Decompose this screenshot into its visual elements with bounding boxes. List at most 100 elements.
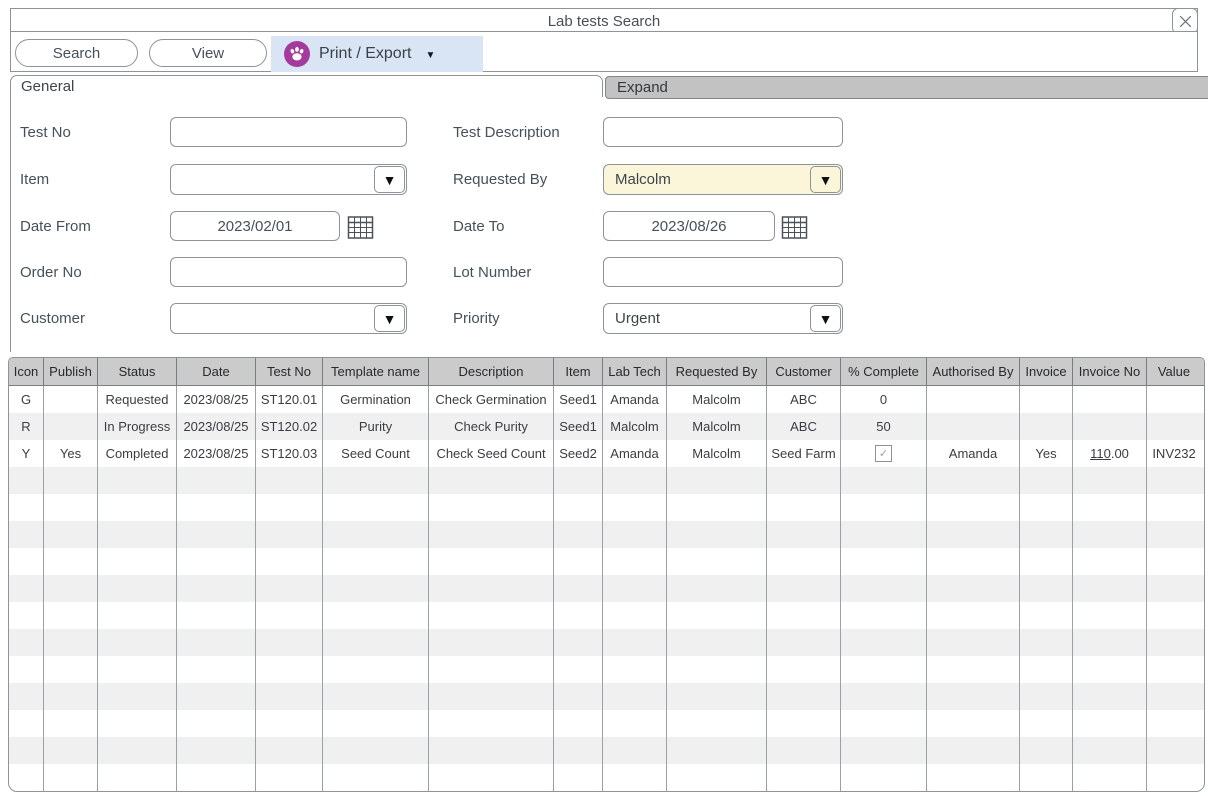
table-row-empty [9,629,1204,656]
table-cell [1073,467,1147,494]
column-header[interactable]: Status [98,358,177,385]
column-header[interactable]: Requested By [667,358,767,385]
requested-by-dropdown[interactable]: Malcolm ▼ [603,164,843,195]
table-row[interactable]: RIn Progress2023/08/25ST120.02PurityChec… [9,413,1204,440]
table-cell [841,656,927,683]
table-cell [1020,710,1073,737]
table-cell [1073,683,1147,710]
chevron-down-icon[interactable]: ▼ [810,305,841,332]
table-cell [841,683,927,710]
table-cell [9,548,44,575]
column-header[interactable]: % Complete [841,358,927,385]
table-cell [429,656,554,683]
table-cell [98,494,177,521]
table-cell [256,737,323,764]
column-header[interactable]: Lab Tech [603,358,667,385]
table-row[interactable]: YYesCompleted2023/08/25ST120.03Seed Coun… [9,440,1204,467]
table-cell [323,764,429,791]
search-button[interactable]: Search [15,39,138,67]
column-header[interactable]: Description [429,358,554,385]
table-cell [767,575,841,602]
table-cell: Check Seed Count [429,440,554,467]
invoice-no-link[interactable]: 110 [1090,446,1111,461]
test-description-label: Test Description [453,117,560,147]
table-cell: In Progress [98,413,177,440]
table-cell [927,629,1020,656]
table-cell: ST120.01 [256,386,323,413]
table-cell [767,737,841,764]
column-header[interactable]: Date [177,358,256,385]
table-cell [256,521,323,548]
table-cell [1020,764,1073,791]
chevron-down-icon[interactable]: ▼ [374,305,405,332]
column-header[interactable]: Item [554,358,603,385]
table-cell: ST120.02 [256,413,323,440]
column-header[interactable]: Invoice No [1073,358,1147,385]
table-cell [256,656,323,683]
priority-dropdown-value: Urgent [615,304,806,333]
lot-number-input[interactable] [603,257,843,287]
table-row[interactable]: GRequested2023/08/25ST120.01GerminationC… [9,386,1204,413]
table-cell [841,602,927,629]
table-cell [554,764,603,791]
table-cell: Seed Count [323,440,429,467]
item-dropdown[interactable]: ▼ [170,164,407,195]
table-cell: Purity [323,413,429,440]
table-cell [927,575,1020,602]
calendar-icon[interactable] [347,213,374,240]
table-cell [177,548,256,575]
table-cell [603,737,667,764]
table-row-empty [9,710,1204,737]
item-label: Item [20,164,49,194]
table-cell [1073,629,1147,656]
expand-header[interactable]: Expand [605,76,1208,99]
chevron-down-icon[interactable]: ▼ [374,166,405,193]
column-header[interactable]: Authorised By [927,358,1020,385]
priority-dropdown[interactable]: Urgent ▼ [603,303,843,334]
percent-complete-checkbox[interactable]: ✓ [875,445,892,462]
table-cell [429,575,554,602]
table-cell [256,575,323,602]
table-cell [927,710,1020,737]
column-header[interactable]: Customer [767,358,841,385]
column-header[interactable]: Icon [9,358,44,385]
table-cell [1073,575,1147,602]
table-row-empty [9,764,1204,791]
table-cell [767,521,841,548]
date-from-input[interactable] [170,211,340,241]
table-cell [98,629,177,656]
column-header[interactable]: Invoice [1020,358,1073,385]
table-row-empty [9,656,1204,683]
table-cell [98,683,177,710]
print-export-button[interactable]: Print / Export ▼ [271,36,483,72]
table-cell [1147,548,1201,575]
test-no-input[interactable] [170,117,407,147]
table-cell [98,656,177,683]
calendar-icon[interactable] [781,213,808,240]
test-description-input[interactable] [603,117,843,147]
date-to-input[interactable] [603,211,775,241]
column-header[interactable]: Value [1147,358,1201,385]
table-cell [44,710,98,737]
toolbar: Search View Print / Export ▼ [10,31,1198,72]
priority-label: Priority [453,303,500,333]
table-cell [323,548,429,575]
table-cell [44,737,98,764]
table-cell [1147,683,1201,710]
tab-general[interactable]: General [10,75,603,97]
customer-dropdown[interactable]: ▼ [170,303,407,334]
table-cell [554,629,603,656]
column-header[interactable]: Test No [256,358,323,385]
column-header[interactable]: Publish [44,358,98,385]
view-button[interactable]: View [149,39,267,67]
table-cell: ST120.03 [256,440,323,467]
table-cell [554,656,603,683]
window-title: Lab tests Search [548,13,661,30]
column-header[interactable]: Template name [323,358,429,385]
table-cell [927,764,1020,791]
table-cell [603,548,667,575]
order-no-input[interactable] [170,257,407,287]
table-cell [767,629,841,656]
chevron-down-icon[interactable]: ▼ [810,166,841,193]
table-cell [98,737,177,764]
